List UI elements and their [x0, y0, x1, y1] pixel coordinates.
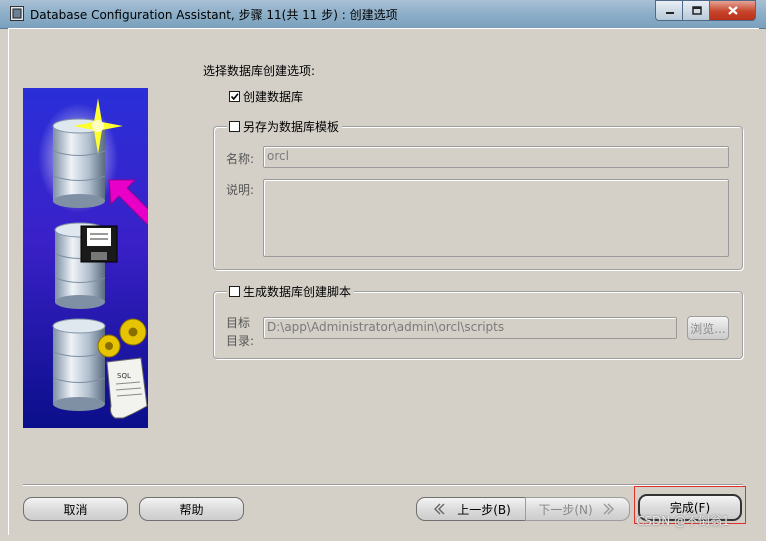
template-name-field[interactable]: orcl: [263, 146, 729, 168]
close-icon: [727, 6, 738, 15]
template-description-field[interactable]: [263, 179, 729, 257]
chevron-right-icon: [603, 503, 614, 515]
destination-directory-field[interactable]: D:\app\Administrator\admin\orcl\scripts: [263, 317, 677, 339]
database-illustration: SQL: [23, 88, 148, 428]
back-button[interactable]: 上一步(B): [416, 497, 526, 521]
svg-text:SQL: SQL: [117, 372, 131, 380]
floppy-disk-icon: [80, 225, 118, 263]
destination-label-line1: 目标: [226, 316, 251, 330]
maximize-icon: [691, 6, 702, 15]
close-button[interactable]: [709, 0, 756, 21]
minimize-icon: [665, 11, 674, 14]
window-title: Database Configuration Assistant, 步骤 11(…: [30, 8, 398, 22]
generate-scripts-label: 生成数据库创建脚本: [243, 285, 352, 299]
watermark: CSDN @不倒翁1: [636, 514, 730, 528]
database-window-icon: [10, 6, 24, 21]
dbca-window: Database Configuration Assistant, 步骤 11(…: [0, 0, 766, 541]
help-button[interactable]: 帮助: [139, 497, 244, 521]
minimize-button[interactable]: [655, 0, 684, 21]
page-heading: 选择数据库创建选项:: [203, 64, 316, 78]
database-cylinder-icon: [38, 103, 118, 213]
save-as-template-option[interactable]: 另存为数据库模板: [227, 118, 343, 135]
database-sql-icon: [52, 318, 106, 411]
title-bar[interactable]: Database Configuration Assistant, 步骤 11(…: [0, 0, 766, 29]
checkmark-icon: [230, 93, 239, 101]
generate-scripts-option[interactable]: 生成数据库创建脚本: [227, 283, 355, 300]
create-database-option[interactable]: 创建数据库: [229, 88, 303, 105]
save-as-template-checkbox[interactable]: [229, 121, 240, 132]
save-as-template-label: 另存为数据库模板: [243, 120, 340, 134]
browse-button[interactable]: 浏览...: [687, 316, 729, 340]
next-button[interactable]: 下一步(N): [525, 497, 630, 521]
generate-scripts-checkbox[interactable]: [229, 286, 240, 297]
destination-label-line2: 目录:: [226, 334, 255, 348]
template-description-label: 说明:: [226, 183, 255, 197]
template-name-label: 名称:: [226, 152, 255, 166]
cancel-button[interactable]: 取消: [23, 497, 128, 521]
maximize-button[interactable]: [682, 0, 711, 21]
create-database-checkbox[interactable]: [229, 91, 240, 102]
next-button-label: 下一步(N): [538, 502, 593, 517]
chevron-left-icon: [434, 503, 445, 515]
create-database-label: 创建数据库: [243, 90, 304, 104]
sql-script-icon: SQL: [106, 357, 148, 419]
back-button-label: 上一步(B): [457, 502, 511, 517]
